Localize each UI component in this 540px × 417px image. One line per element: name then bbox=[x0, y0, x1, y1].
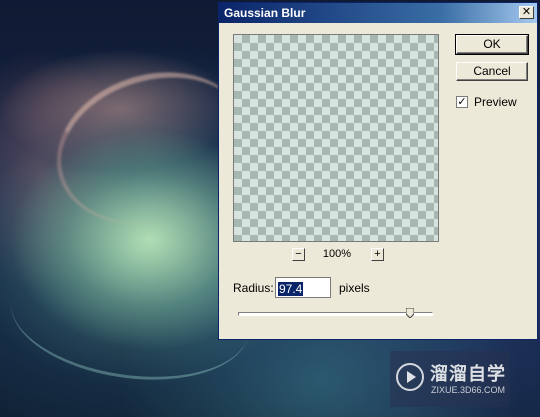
radius-input[interactable]: 97.4 bbox=[275, 277, 331, 298]
radius-slider-track[interactable] bbox=[238, 312, 433, 316]
watermark-url: ZIXUE.3D66.COM bbox=[431, 385, 506, 395]
watermark: 溜溜自学 ZIXUE.3D66.COM bbox=[390, 351, 510, 407]
zoom-in-button[interactable]: + bbox=[371, 248, 384, 261]
radius-label: Radius: bbox=[233, 281, 274, 295]
play-icon bbox=[396, 363, 424, 391]
title-bar[interactable]: Gaussian Blur ✕ bbox=[219, 3, 537, 23]
radius-slider-thumb[interactable] bbox=[405, 308, 414, 318]
radius-value: 97.4 bbox=[278, 282, 304, 296]
preview-checkbox[interactable]: ✓ bbox=[456, 96, 468, 108]
units-label: pixels bbox=[339, 281, 370, 295]
dialog-title: Gaussian Blur bbox=[224, 6, 306, 20]
watermark-name: 溜溜自学 bbox=[430, 364, 506, 384]
close-button[interactable]: ✕ bbox=[519, 6, 534, 19]
zoom-level: 100% bbox=[322, 248, 352, 260]
preview-label[interactable]: Preview bbox=[474, 95, 517, 109]
zoom-out-button[interactable]: − bbox=[292, 248, 305, 261]
minus-icon: − bbox=[295, 248, 302, 260]
gaussian-blur-dialog: Gaussian Blur ✕ − 100% + OK Cancel ✓ Pre… bbox=[218, 2, 538, 340]
preview-canvas[interactable] bbox=[233, 34, 439, 242]
checkmark-icon: ✓ bbox=[457, 96, 467, 108]
close-icon: ✕ bbox=[521, 6, 532, 18]
cancel-button[interactable]: Cancel bbox=[456, 62, 528, 81]
ok-button[interactable]: OK bbox=[455, 34, 529, 55]
plus-icon: + bbox=[374, 248, 381, 260]
